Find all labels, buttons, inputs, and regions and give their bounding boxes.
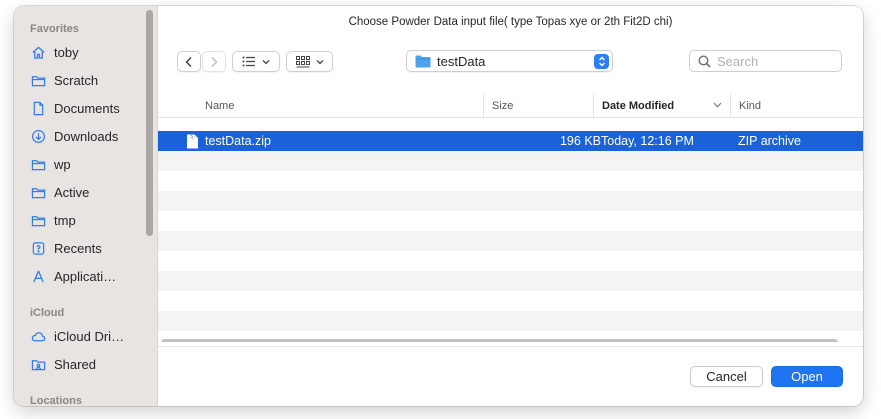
column-header-date-modified[interactable]: Date Modified: [593, 94, 730, 118]
folder-icon: [30, 72, 46, 88]
sidebar-item-label: Recents: [54, 240, 102, 256]
search-field[interactable]: [689, 50, 842, 72]
sidebar-item-label: wp: [54, 156, 71, 172]
sidebar-item-scratch[interactable]: Scratch: [30, 67, 152, 93]
grid-view-icon: [295, 55, 310, 67]
chevron-left-icon: [185, 56, 192, 67]
shared-folder-icon: [30, 356, 46, 372]
sidebar-item-label: tmp: [54, 212, 76, 228]
folder-icon: [30, 212, 46, 228]
sidebar-item-documents[interactable]: Documents: [30, 95, 152, 121]
sort-descending-icon: [713, 102, 722, 108]
table-row[interactable]: testData.zip 196 KB Today, 12:16 PM ZIP …: [158, 131, 863, 151]
sidebar-item-toby[interactable]: toby: [30, 39, 152, 65]
sidebar-item-label: Documents: [54, 100, 120, 116]
folder-icon: [30, 156, 46, 172]
sidebar-item-recents[interactable]: Recents: [30, 235, 152, 261]
dialog-title: Choose Powder Data input file( type Topa…: [348, 16, 673, 28]
folder-icon: [415, 55, 431, 67]
file-open-dialog: Favorites toby Scratch Documents Downloa…: [14, 6, 863, 406]
back-button[interactable]: [177, 51, 201, 72]
empty-row: [158, 151, 863, 171]
file-list: Name Size Date Modified Kind testData.zi…: [158, 94, 863, 342]
sidebar-item-icloud-drive[interactable]: iCloud Dri…: [30, 323, 152, 349]
table-header: Name Size Date Modified Kind: [158, 94, 863, 118]
chevron-down-icon: [262, 59, 270, 64]
open-button[interactable]: Open: [771, 366, 843, 387]
file-size: 196 KB: [559, 134, 601, 148]
list-view-icon: [242, 56, 255, 67]
grid-view-button[interactable]: [286, 51, 333, 72]
sidebar-item-label: Scratch: [54, 72, 99, 88]
divider: [158, 346, 863, 347]
sidebar-item-label: Applicati…: [54, 268, 117, 284]
empty-row: [158, 251, 863, 271]
sidebar-section-locations: Locations: [30, 395, 82, 406]
forward-button[interactable]: [202, 51, 226, 72]
empty-row: [158, 271, 863, 291]
sidebar-item-label: Downloads: [54, 128, 119, 144]
document-icon: [30, 100, 46, 116]
search-icon: [698, 54, 711, 68]
cloud-icon: [30, 328, 46, 344]
column-header-name[interactable]: Name: [197, 94, 483, 118]
empty-row: [158, 191, 863, 211]
column-header-kind[interactable]: Kind: [730, 94, 863, 118]
sidebar-item-downloads[interactable]: Downloads: [30, 123, 152, 149]
sidebar-item-label: iCloud Dri…: [54, 328, 125, 344]
list-view-button[interactable]: [232, 51, 280, 72]
sidebar-item-applications[interactable]: Applicati…: [30, 263, 152, 289]
empty-row: [158, 311, 863, 331]
popup-arrows-icon: [594, 54, 609, 69]
sidebar-section-icloud: iCloud: [30, 307, 65, 319]
file-date-modified: Today, 12:16 PM: [601, 134, 694, 148]
location-popup[interactable]: testData: [406, 50, 613, 72]
sidebar-item-tmp[interactable]: tmp: [30, 207, 152, 233]
folder-icon: [30, 184, 46, 200]
sidebar-item-label: Shared: [54, 356, 96, 372]
empty-row: [158, 231, 863, 251]
cancel-button[interactable]: Cancel: [690, 366, 763, 387]
sidebar-item-shared[interactable]: Shared: [30, 351, 152, 377]
sidebar: Favorites toby Scratch Documents Downloa…: [14, 6, 158, 406]
column-header-size[interactable]: Size: [483, 94, 593, 118]
empty-row: [158, 211, 863, 231]
horizontal-scrollbar[interactable]: [161, 339, 838, 342]
sidebar-item-label: toby: [54, 44, 79, 60]
sidebar-item-wp[interactable]: wp: [30, 151, 152, 177]
chevron-down-icon: [316, 59, 323, 64]
sidebar-item-active[interactable]: Active: [30, 179, 152, 205]
home-icon: [30, 44, 46, 60]
location-label: testData: [437, 53, 486, 69]
file-kind: ZIP archive: [738, 134, 801, 148]
sidebar-scrollbar[interactable]: [146, 10, 153, 236]
recents-icon: [30, 240, 46, 256]
chevron-right-icon: [211, 56, 218, 67]
zip-file-icon: [186, 131, 199, 151]
search-input[interactable]: [717, 53, 837, 69]
sidebar-item-label: Active: [54, 184, 90, 200]
applications-icon: [30, 268, 46, 284]
empty-row: [158, 171, 863, 191]
empty-row: [158, 291, 863, 311]
file-name: testData.zip: [205, 134, 272, 148]
sidebar-section-favorites: Favorites: [30, 23, 79, 35]
download-icon: [30, 128, 46, 144]
